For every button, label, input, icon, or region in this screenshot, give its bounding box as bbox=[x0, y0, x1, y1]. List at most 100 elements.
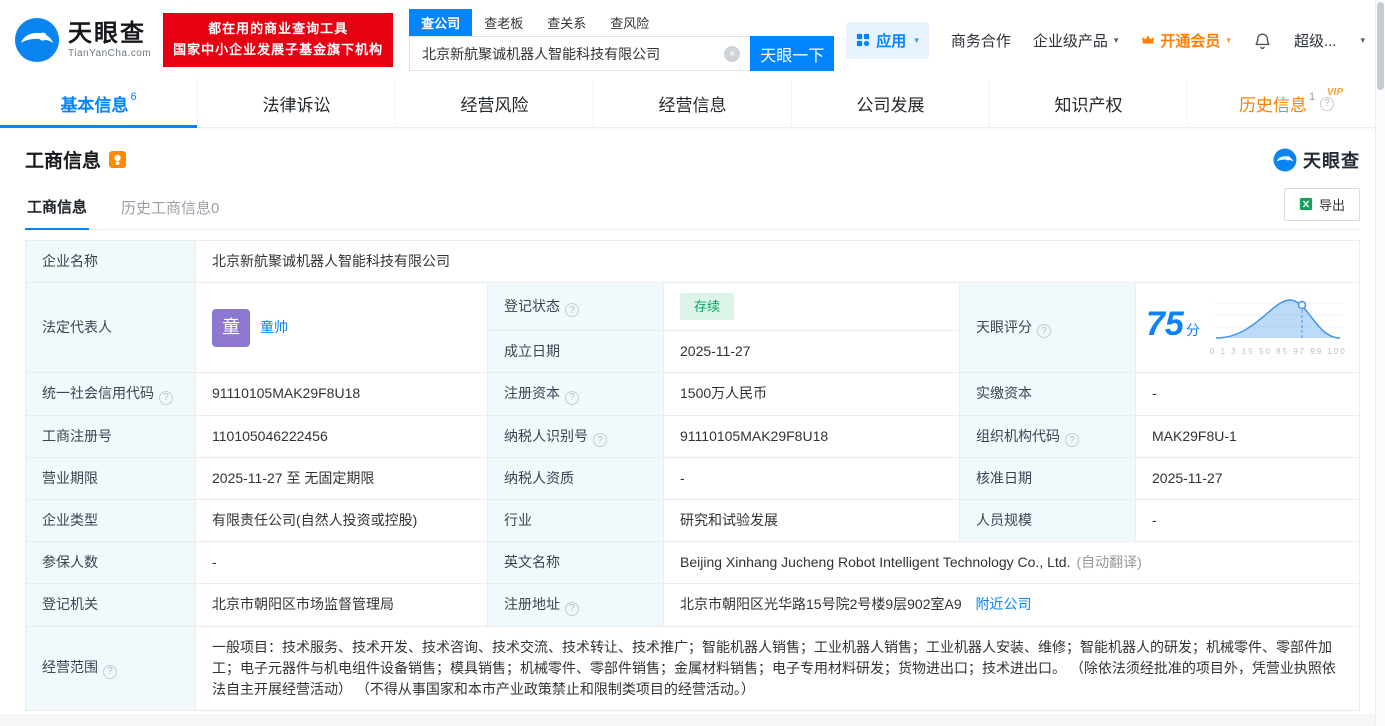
table-row: 登记机关 北京市朝阳区市场监督管理局 注册地址? 北京市朝阳区光华路15号院2号… bbox=[25, 583, 1360, 627]
help-icon[interactable]: ? bbox=[565, 601, 579, 616]
business-info-icon bbox=[109, 151, 127, 168]
scrollbar-thumb[interactable] bbox=[1377, 2, 1384, 90]
field-label-approval-date: 核准日期 bbox=[959, 457, 1136, 500]
search-tab-relation[interactable]: 查关系 bbox=[535, 9, 598, 36]
score-chart: 0 1 3 15 50 85 97 99 100 bbox=[1210, 294, 1347, 362]
nav-apps[interactable]: 应用 ▾ bbox=[846, 21, 929, 59]
scrollbar[interactable] bbox=[1375, 0, 1385, 726]
field-label-legal-rep: 法定代表人 bbox=[25, 282, 196, 373]
tab-intellectual-property[interactable]: 知识产权 bbox=[990, 80, 1188, 127]
search-input[interactable] bbox=[409, 36, 751, 71]
watermark-brand: 天眼查 bbox=[1273, 147, 1360, 173]
field-label-english-name: 英文名称 bbox=[487, 541, 664, 584]
legal-rep-avatar[interactable]: 童 bbox=[212, 308, 250, 347]
field-label-text: 纳税人识别号 bbox=[504, 427, 588, 444]
field-label-insured: 参保人数 bbox=[25, 541, 196, 584]
tab-basic-info[interactable]: 基本信息 6 bbox=[0, 80, 198, 128]
help-icon[interactable]: ? bbox=[565, 303, 579, 318]
search-row: × 天眼一下 bbox=[409, 36, 835, 71]
search-tab-risk[interactable]: 查风险 bbox=[598, 9, 661, 36]
promo-line-2: 国家中小企业发展子基金旗下机构 bbox=[173, 42, 384, 57]
tianyancha-logo[interactable]: 天眼查 TianYanCha.com bbox=[14, 17, 151, 63]
score-unit: 分 bbox=[1185, 322, 1200, 338]
subtab-business-info[interactable]: 工商信息 bbox=[25, 185, 90, 230]
value-reg-capital: 1500万人民币 bbox=[663, 372, 960, 416]
notification-bell-icon[interactable] bbox=[1253, 31, 1272, 50]
value-reg-number: 110105046222456 bbox=[195, 414, 488, 458]
field-label-text: 登记状态 bbox=[504, 297, 560, 314]
field-label-paid-capital: 实缴资本 bbox=[959, 372, 1136, 416]
company-section-tabs: 基本信息 6 法律诉讼 经营风险 经营信息 公司发展 知识产权 VIP 历史信息 1… bbox=[0, 80, 1385, 128]
value-org-code: MAK29F8U-1 bbox=[1135, 414, 1360, 458]
search-tabs: 查公司 查老板 查关系 查风险 bbox=[409, 9, 834, 36]
field-label-staff-size: 人员规模 bbox=[959, 499, 1136, 542]
section-header: 工商信息 天眼查 bbox=[25, 146, 1360, 173]
search-tab-boss[interactable]: 查老板 bbox=[472, 9, 535, 36]
score-distribution-curve bbox=[1214, 298, 1343, 339]
tab-operating-info[interactable]: 经营信息 bbox=[594, 80, 792, 127]
help-icon[interactable]: ? bbox=[1065, 433, 1079, 447]
page-bottom-gap bbox=[0, 714, 1375, 726]
value-insured: - bbox=[195, 541, 488, 584]
promo-line-1: 都在用的商业查询工具 bbox=[208, 21, 349, 37]
help-icon[interactable]: ? bbox=[1320, 96, 1335, 111]
value-company-type: 有限责任公司(自然人投资或控股) bbox=[195, 499, 488, 542]
help-icon[interactable]: ? bbox=[1037, 324, 1051, 339]
help-icon[interactable]: ? bbox=[159, 390, 173, 405]
export-label: 导出 bbox=[1318, 197, 1345, 213]
value-taxpayer-id: 91110105MAK29F8U18 bbox=[663, 414, 960, 458]
nav-more-chevron-icon[interactable]: ▾ bbox=[1360, 35, 1365, 46]
tab-history-info[interactable]: VIP 历史信息 1 ? bbox=[1188, 80, 1385, 127]
logo-title: 天眼查 bbox=[68, 20, 146, 48]
auto-translate-note: (自动翻译) bbox=[1076, 554, 1142, 570]
value-company-name: 北京新航聚诚机器人智能科技有限公司 bbox=[195, 240, 1360, 283]
value-approval-date: 2025-11-27 bbox=[1135, 457, 1360, 500]
value-industry: 研究和试验发展 bbox=[663, 499, 960, 542]
legal-rep-link[interactable]: 童帅 bbox=[260, 317, 288, 338]
value-biz-scope: 一般项目：技术服务、技术开发、技术咨询、技术交流、技术转让、技术推广；智能机器人… bbox=[195, 625, 1360, 711]
field-label-biz-term: 营业期限 bbox=[25, 457, 196, 500]
field-label-text: 经营范围 bbox=[42, 659, 98, 676]
help-icon[interactable]: ? bbox=[103, 664, 117, 679]
top-header: 天眼查 TianYanCha.com 都在用的商业查询工具 国家中小企业发展子基… bbox=[0, 0, 1385, 80]
nav-cooperation[interactable]: 商务合作 bbox=[951, 30, 1011, 51]
tab-operating-risk[interactable]: 经营风险 bbox=[396, 80, 594, 127]
field-label-score: 天眼评分? bbox=[959, 282, 1136, 373]
table-row: 统一社会信用代码? 91110105MAK29F8U18 注册资本? 1500万… bbox=[25, 372, 1360, 416]
help-icon[interactable]: ? bbox=[565, 390, 579, 405]
apps-grid-icon bbox=[857, 33, 870, 47]
nav-vip[interactable]: 开通会员 ▾ bbox=[1140, 30, 1231, 51]
tab-label: 法律诉讼 bbox=[262, 96, 331, 115]
table-row: 参保人数 - 英文名称 Beijing Xinhang Jucheng Robo… bbox=[25, 541, 1360, 584]
help-icon[interactable]: ? bbox=[593, 433, 607, 447]
field-label-company-type: 企业类型 bbox=[25, 499, 196, 542]
tab-label: 知识产权 bbox=[1054, 96, 1123, 115]
nav-enterprise[interactable]: 企业级产品 ▾ bbox=[1033, 30, 1119, 51]
tianyancha-watermark-icon bbox=[1273, 148, 1297, 171]
business-info-table: 企业名称 北京新航聚诚机器人智能科技有限公司 法定代表人 童 童帅 登记状态? … bbox=[25, 240, 1360, 711]
top-nav: 应用 ▾ 商务合作 企业级产品 ▾ 开通会员 ▾ 超级... ▾ bbox=[846, 21, 1371, 59]
table-row: 法定代表人 童 童帅 登记状态? 存续 天眼评分? 75 分 0 1 3 15 … bbox=[25, 282, 1360, 373]
subtab-history-business-info[interactable]: 历史工商信息0 bbox=[119, 186, 221, 229]
score: 75 分 0 1 3 15 50 85 97 99 100 bbox=[1146, 294, 1349, 362]
nav-enterprise-label: 企业级产品 bbox=[1032, 32, 1108, 50]
field-label-reg-capital: 注册资本? bbox=[487, 372, 664, 416]
subtabs-row: 工商信息 历史工商信息0 导出 bbox=[25, 185, 1360, 230]
search-tab-company[interactable]: 查公司 bbox=[409, 9, 473, 36]
value-biz-term: 2025-11-27 至 无固定期限 bbox=[195, 457, 488, 500]
nearby-companies-link[interactable]: 附近公司 bbox=[976, 596, 1032, 612]
field-label-taxpayer-id: 纳税人识别号? bbox=[487, 414, 664, 458]
tianyancha-logo-icon bbox=[14, 17, 60, 63]
field-label-taxpayer-quality: 纳税人资质 bbox=[487, 457, 664, 500]
search-area: 查公司 查老板 查关系 查风险 × 天眼一下 bbox=[409, 9, 835, 71]
clear-search-icon[interactable]: × bbox=[724, 45, 741, 62]
field-label-text: 注册地址 bbox=[504, 596, 560, 612]
score-value: 75 bbox=[1146, 305, 1184, 343]
nav-super[interactable]: 超级... bbox=[1294, 30, 1337, 51]
field-label-reg-authority: 登记机关 bbox=[25, 583, 196, 627]
english-name-text: Beijing Xinhang Jucheng Robot Intelligen… bbox=[680, 554, 1071, 570]
tab-company-development[interactable]: 公司发展 bbox=[792, 80, 990, 127]
export-button[interactable]: 导出 bbox=[1283, 187, 1360, 221]
search-button[interactable]: 天眼一下 bbox=[750, 36, 835, 71]
tab-legal-proceedings[interactable]: 法律诉讼 bbox=[198, 80, 396, 127]
